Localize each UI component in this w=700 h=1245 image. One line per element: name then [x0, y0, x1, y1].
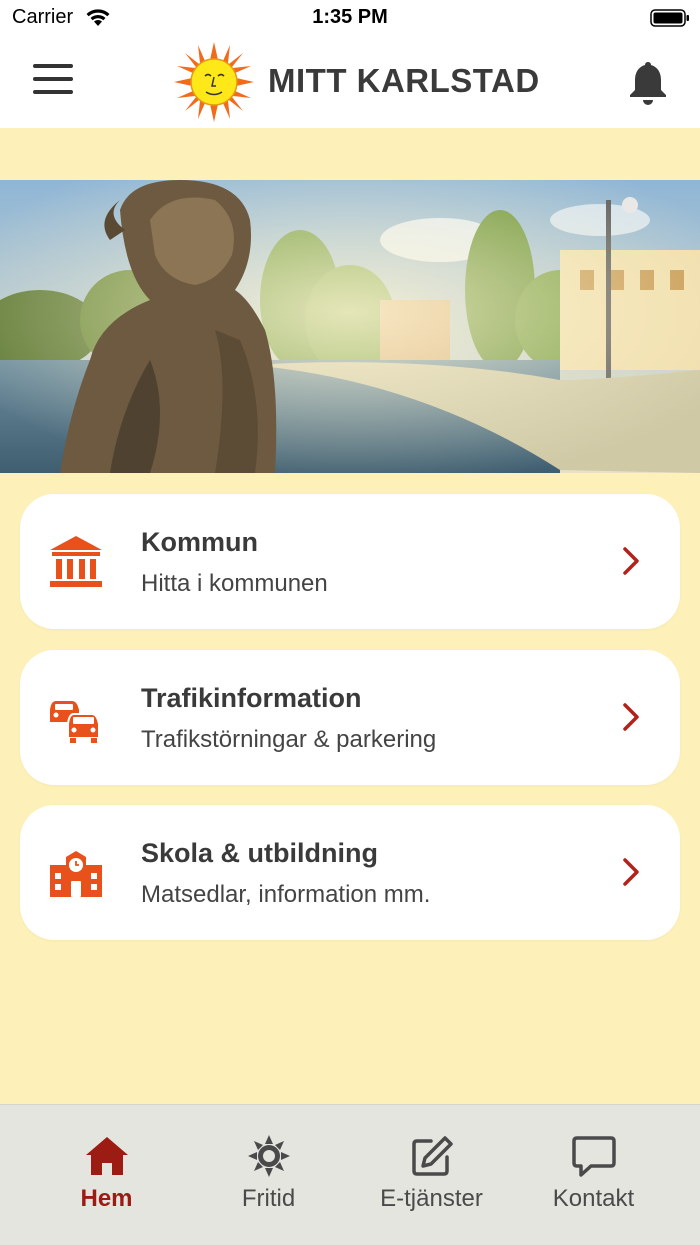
card-title: Trafikinformation: [141, 683, 362, 713]
bell-icon[interactable]: [626, 58, 670, 106]
chevron-right-icon: [623, 858, 639, 886]
card-skola[interactable]: Skola & utbildning Matsedlar, informatio…: [20, 805, 680, 940]
card-subtitle: Matsedlar, information mm.: [141, 881, 431, 908]
card-subtitle: Hitta i kommunen: [141, 570, 328, 597]
tab-label: E-tjänster: [380, 1185, 483, 1212]
card-kommun[interactable]: Kommun Hitta i kommunen: [20, 494, 680, 629]
status-bar: Carrier 1:35 PM: [0, 0, 700, 36]
app-title: MITT KARLSTAD: [268, 62, 540, 99]
hamburger-menu-icon[interactable]: [28, 64, 78, 100]
tab-label: Kontakt: [552, 1185, 635, 1212]
statue-by-river-photo: [0, 180, 700, 473]
sun-face-logo: [174, 42, 254, 122]
card-title: Skola & utbildning: [141, 838, 378, 868]
app-header: MITT KARLSTAD: [0, 36, 700, 128]
battery-icon: [650, 9, 689, 27]
edit-icon: [412, 1136, 453, 1176]
school-icon: [50, 851, 102, 897]
card-title: Kommun: [141, 527, 258, 557]
tab-label: Fritid: [241, 1185, 296, 1212]
chat-icon: [572, 1136, 616, 1177]
tab-label: Hem: [80, 1185, 133, 1212]
hero-image: [0, 180, 700, 473]
card-subtitle: Trafikstörningar & parkering: [141, 726, 437, 753]
card-trafikinformation[interactable]: Trafikinformation Trafikstörningar & par…: [20, 650, 680, 785]
tab-fritid[interactable]: Fritid: [181, 1105, 356, 1245]
tab-bar: Hem Fritid E-tjänster Kontakt: [0, 1104, 700, 1245]
status-time: 1:35 PM: [312, 6, 388, 28]
sun-icon: [248, 1135, 290, 1177]
home-icon: [86, 1137, 128, 1175]
tab-kontakt[interactable]: Kontakt: [506, 1105, 681, 1245]
cars-icon: [50, 701, 100, 743]
chevron-right-icon: [623, 703, 639, 731]
tab-hem[interactable]: Hem: [19, 1105, 194, 1245]
chevron-right-icon: [623, 547, 639, 575]
tab-e-tjanster[interactable]: E-tjänster: [344, 1105, 519, 1245]
town-hall-icon: [50, 536, 102, 587]
